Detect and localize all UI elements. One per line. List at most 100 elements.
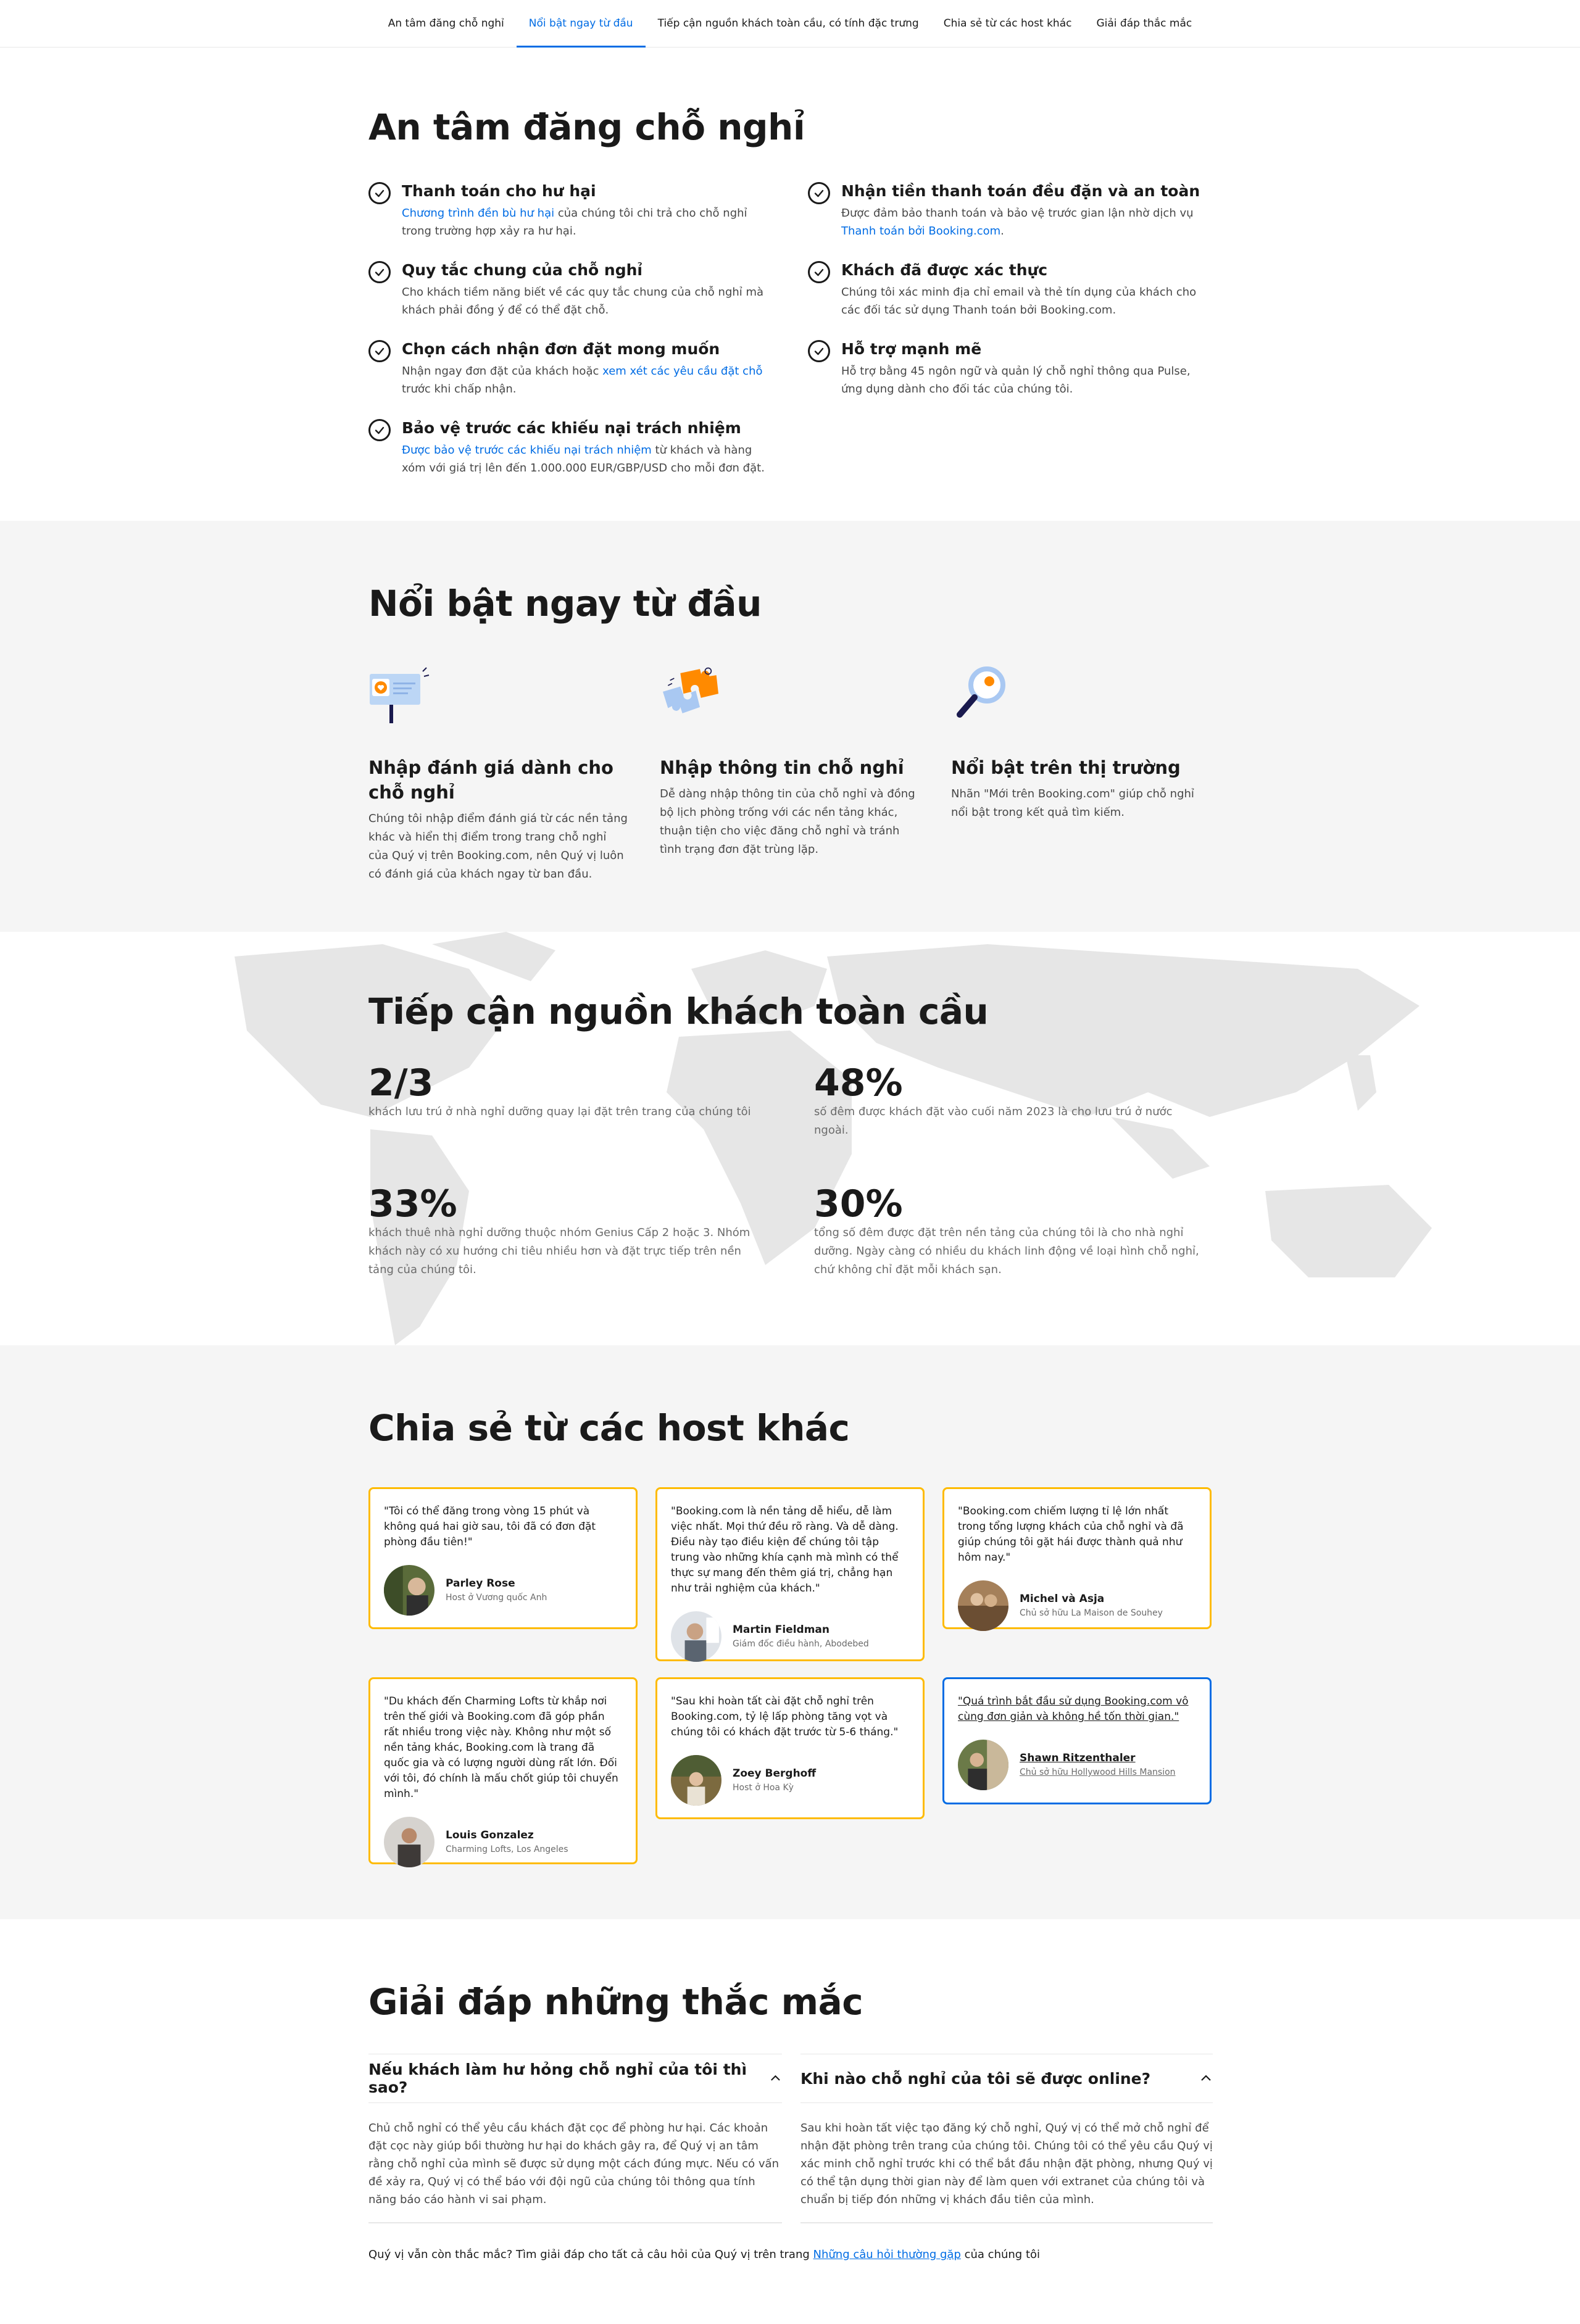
avatar — [671, 1611, 721, 1662]
checkmark-icon — [368, 261, 391, 283]
author-role: Giám đốc điều hành, Abodebed — [733, 1639, 869, 1649]
stat-vacation-rental-nights: 30% tổng số đêm được đặt trên nền tảng c… — [814, 1184, 1214, 1279]
avatar — [958, 1580, 1008, 1631]
standout-card-market: Nổi bật trên thị trường Nhãn "Mới trên B… — [951, 660, 1214, 884]
peace-of-mind-title: An tâm đăng chỗ nghỉ — [368, 106, 805, 148]
feature-title: Quy tắc chung của chỗ nghỉ — [402, 261, 642, 279]
feature-title: Nhận tiền thanh toán đều đặn và an toàn — [841, 182, 1200, 200]
testimonial-card-selected[interactable]: "Quá trình bắt đầu sử dụng Booking.com v… — [942, 1677, 1212, 1804]
stat-value: 33% — [368, 1182, 457, 1226]
feature-title: Bảo vệ trước các khiếu nại trách nhiệm — [402, 419, 741, 437]
section-nav: An tâm đăng chỗ nghỉ Nổi bật ngay từ đầu… — [0, 0, 1580, 48]
standout-card-reviews: Nhập đánh giá dành cho chỗ nghỉ Chúng tô… — [368, 660, 660, 884]
feature-text: Chúng tôi xác minh địa chỉ email và thẻ … — [841, 286, 1197, 317]
faq-section: Giải đáp những thắc mắc Nếu khách làm hư… — [0, 1919, 1580, 2323]
stat-text: khách lưu trú ở nhà nghỉ dưỡng quay lại … — [368, 1105, 751, 1118]
standout-card-text: Nhãn "Mới trên Booking.com" giúp chỗ ngh… — [951, 787, 1194, 819]
testimonial-card[interactable]: "Booking.com chiếm lượng tỉ lệ lớn nhất … — [942, 1487, 1212, 1631]
faq-page-link[interactable]: Những câu hỏi thường gặp — [813, 2248, 961, 2261]
faq-answer: Sau khi hoàn tất việc tạo đăng ký chỗ ng… — [800, 2122, 1213, 2206]
feature-text: Hỗ trợ bằng 45 ngôn ngữ và quản lý chỗ n… — [841, 365, 1191, 396]
nav-item-faq[interactable]: Giải đáp thắc mắc — [1084, 0, 1204, 47]
nav-item-stand-out[interactable]: Nổi bật ngay từ đầu — [516, 0, 646, 48]
faq-item: Khi nào chỗ nghỉ của tôi sẽ được online?… — [800, 2054, 1213, 2223]
faq-title: Giải đáp những thắc mắc — [368, 1981, 863, 2023]
avatar — [384, 1817, 434, 1867]
magnifier-icon — [957, 666, 1005, 718]
faq-question-toggle[interactable]: Khi nào chỗ nghỉ của tôi sẽ được online? — [800, 2054, 1213, 2103]
puzzle-icon — [663, 667, 718, 713]
author-role: Charming Lofts, Los Angeles — [446, 1845, 568, 1854]
author-name: Louis Gonzalez — [446, 1829, 534, 1841]
peace-left-column: Thanh toán cho hư hại Chương trình đền b… — [368, 182, 808, 498]
feature-damage-payment: Thanh toán cho hư hại Chương trình đền b… — [368, 182, 808, 240]
payments-by-booking-link[interactable]: Thanh toán bởi Booking.com — [841, 225, 1000, 238]
feature-title: Chọn cách nhận đơn đặt mong muốn — [402, 340, 720, 358]
stat-genius-guests: 33% khách thuê nhà nghỉ dưỡng thuộc nhóm… — [368, 1184, 814, 1279]
testimonial-quote: "Quá trình bắt đầu sử dụng Booking.com v… — [958, 1695, 1189, 1723]
liability-link[interactable]: Được bảo vệ trước các khiếu nại trách nh… — [402, 444, 652, 457]
author-name: Parley Rose — [446, 1577, 515, 1590]
nav-item-peace-of-mind[interactable]: An tâm đăng chỗ nghỉ — [376, 0, 517, 47]
chevron-up-icon — [1201, 2075, 1211, 2081]
author-name: Martin Fieldman — [733, 1624, 830, 1636]
faq-footer: Quý vị vẫn còn thắc mắc? Tìm giải đáp ch… — [368, 2248, 1041, 2261]
stat-value: 48% — [814, 1061, 903, 1105]
feature-text: Cho khách tiềm năng biết về các quy tắc … — [402, 286, 764, 317]
feature-verified-guests: Khách đã được xác thực Chúng tôi xác min… — [808, 261, 1214, 319]
author-name: Shawn Ritzenthaler — [1020, 1752, 1136, 1764]
feature-text: Được đảm bảo thanh toán và bảo vệ trước … — [841, 207, 1194, 238]
standout-card-import: Nhập thông tin chỗ nghỉ Dễ dàng nhập thô… — [660, 660, 951, 884]
testimonial-quote: "Booking.com là nền tảng dễ hiểu, dễ làm… — [671, 1505, 899, 1595]
testimonial-card[interactable]: "Du khách đến Charming Lofts từ khắp nơi… — [368, 1677, 638, 1867]
checkmark-icon — [368, 182, 391, 204]
testimonial-quote: "Booking.com chiếm lượng tỉ lệ lớn nhất … — [958, 1505, 1184, 1564]
stand-out-title: Nổi bật ngay từ đầu — [368, 583, 762, 625]
feature-safe-payments: Nhận tiền thanh toán đều đặn và an toàn … — [808, 182, 1214, 240]
stat-value: 2/3 — [368, 1061, 434, 1105]
feature-house-rules: Quy tắc chung của chỗ nghỉ Cho khách tiề… — [368, 261, 808, 319]
feature-text: Nhận ngay đơn đặt của khách hoặc xem xét… — [402, 365, 763, 396]
global-reach-title: Tiếp cận nguồn khách toàn cầu — [368, 990, 989, 1032]
testimonial-card[interactable]: "Booking.com là nền tảng dễ hiểu, dễ làm… — [655, 1487, 925, 1662]
stand-out-section: Nổi bật ngay từ đầu Nhập đánh giá dành c… — [0, 521, 1580, 932]
nav-item-global-reach[interactable]: Tiếp cận nguồn khách toàn cầu, có tính đ… — [646, 0, 931, 47]
testimonial-author: Louis Gonzalez Charming Lofts, Los Angel… — [384, 1817, 622, 1867]
testimonial-card[interactable]: "Tôi có thể đăng trong vòng 15 phút và k… — [368, 1487, 638, 1629]
stat-value: 30% — [814, 1182, 903, 1226]
testimonial-quote: "Tôi có thể đăng trong vòng 15 phút và k… — [384, 1505, 596, 1548]
author-role: Chủ sở hữu Hollywood Hills Mansion — [1020, 1767, 1176, 1777]
author-role: Host ở Vương quốc Anh — [446, 1593, 547, 1603]
avatar — [958, 1740, 1008, 1790]
author-name: Michel và Asja — [1020, 1593, 1105, 1605]
standout-card-title: Nhập đánh giá dành cho chỗ nghỉ — [368, 757, 613, 803]
testimonial-author: Zoey Berghoff Host ở Hoa Kỳ — [671, 1755, 909, 1806]
faq-question-toggle[interactable]: Nếu khách làm hư hỏng chỗ nghỉ của tôi t… — [368, 2054, 782, 2103]
testimonial-quote: "Du khách đến Charming Lofts từ khắp nơi… — [384, 1695, 618, 1800]
avatar — [384, 1565, 434, 1616]
feature-title: Thanh toán cho hư hại — [402, 182, 596, 200]
nav-item-testimonials[interactable]: Chia sẻ từ các host khác — [931, 0, 1084, 47]
testimonials-section: Chia sẻ từ các host khác "Tôi có thể đăn… — [0, 1345, 1580, 1919]
faq-item: Nếu khách làm hư hỏng chỗ nghỉ của tôi t… — [368, 2054, 782, 2223]
review-requests-link[interactable]: xem xét các yêu cầu đặt chỗ — [602, 365, 762, 378]
testimonial-author: Shawn Ritzenthaler Chủ sở hữu Hollywood … — [958, 1740, 1196, 1790]
author-role: Chủ sở hữu La Maison de Souhey — [1020, 1608, 1163, 1618]
feature-booking-method: Chọn cách nhận đơn đặt mong muốn Nhận ng… — [368, 340, 808, 398]
checkmark-icon — [808, 261, 830, 283]
feature-liability-protection: Bảo vệ trước các khiếu nại trách nhiệm Đ… — [368, 419, 808, 477]
chevron-up-icon — [771, 2075, 780, 2081]
testimonial-quote: "Sau khi hoàn tất cài đặt chỗ nghỉ trên … — [671, 1695, 899, 1738]
damage-program-link[interactable]: Chương trình đền bù hư hại — [402, 207, 554, 220]
faq-answer: Chủ chỗ nghỉ có thể yêu cầu khách đặt cọ… — [368, 2122, 779, 2206]
global-reach-section: Tiếp cận nguồn khách toàn cầu 2/3 khách … — [0, 932, 1580, 1345]
faq-question: Nếu khách làm hư hỏng chỗ nghỉ của tôi t… — [368, 2060, 747, 2096]
testimonial-card[interactable]: "Sau khi hoàn tất cài đặt chỗ nghỉ trên … — [655, 1677, 925, 1819]
avatar — [671, 1755, 721, 1806]
checkmark-icon — [368, 419, 391, 441]
standout-card-title: Nổi bật trên thị trường — [951, 757, 1181, 778]
feature-text: Được bảo vệ trước các khiếu nại trách nh… — [402, 444, 765, 475]
standout-card-text: Chúng tôi nhập điểm đánh giá từ các nền … — [368, 812, 628, 881]
checkmark-icon — [368, 340, 391, 362]
author-name: Zoey Berghoff — [733, 1767, 817, 1780]
